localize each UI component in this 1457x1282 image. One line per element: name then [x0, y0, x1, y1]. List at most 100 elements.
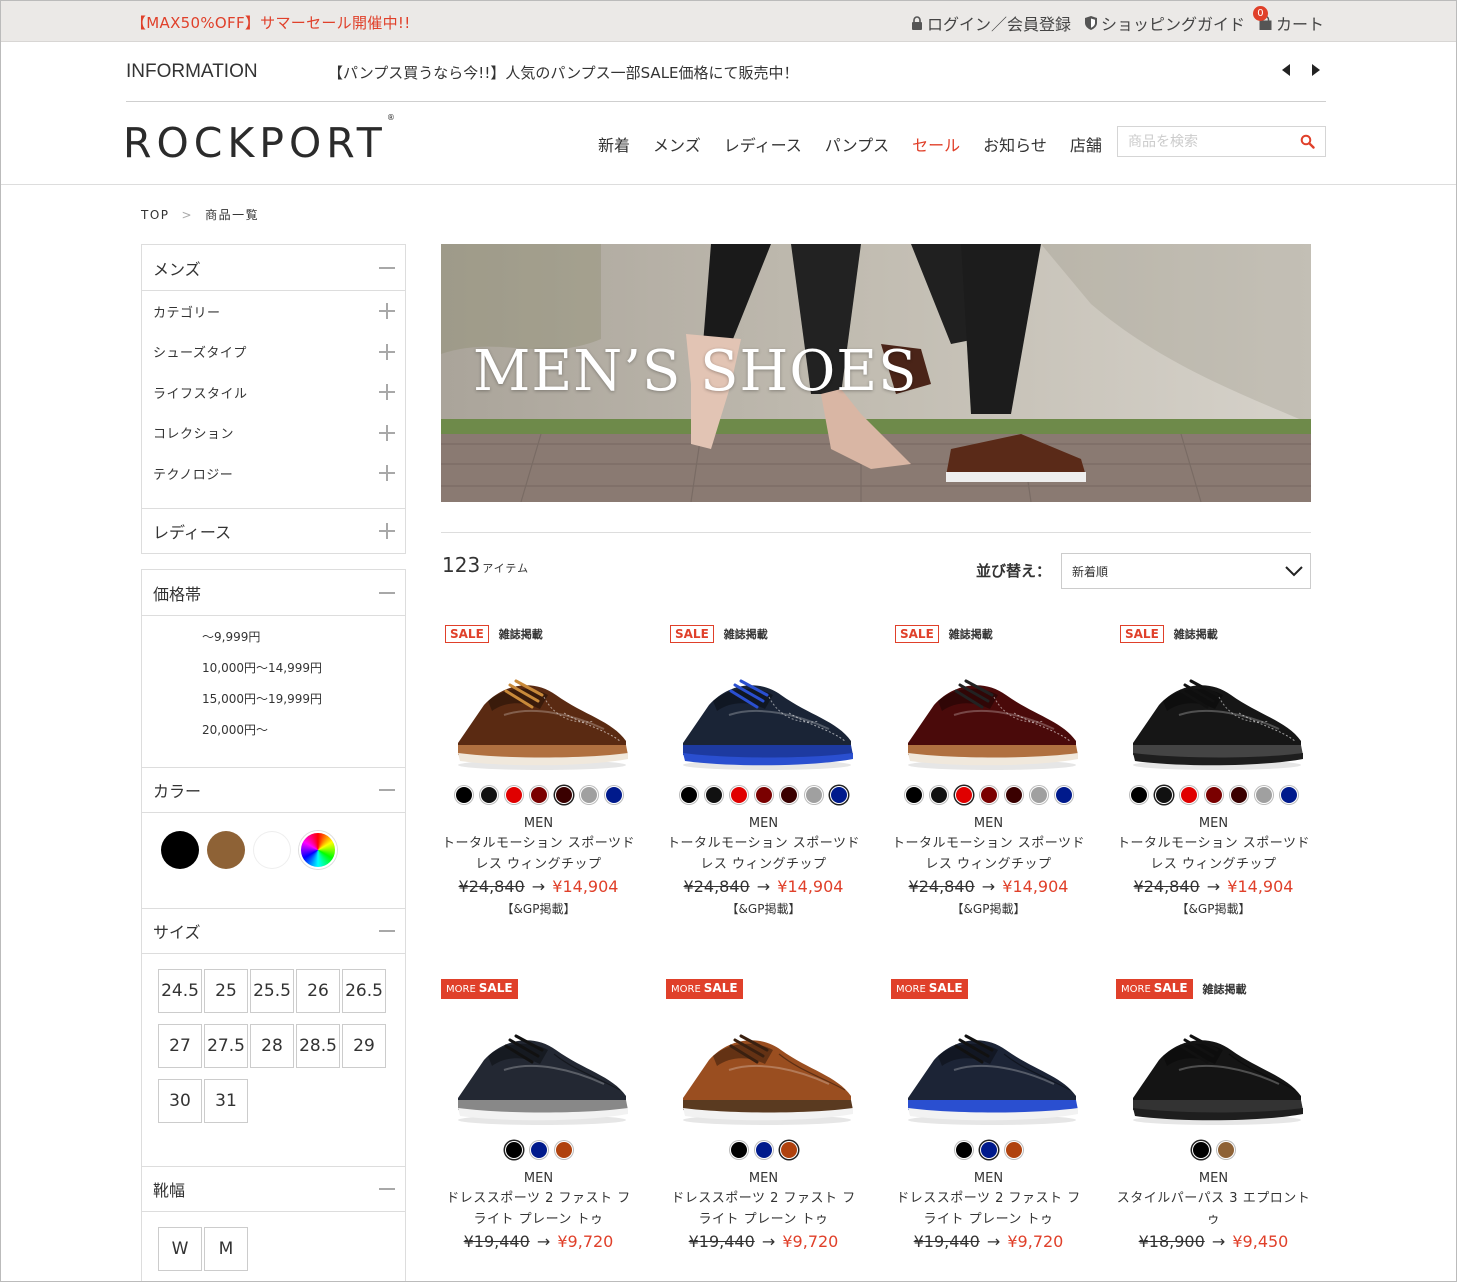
size-option-button[interactable]: 25 — [204, 969, 248, 1013]
color-variant-dot[interactable] — [829, 786, 848, 804]
subcategory-shoe-type[interactable]: シューズタイプ — [142, 332, 405, 373]
promo-banner-text[interactable]: 【MAX50%OFF】サマーセール開催中!! — [131, 12, 411, 33]
collapse-minus-icon[interactable] — [379, 789, 395, 791]
color-variant-dot[interactable] — [1004, 1141, 1023, 1159]
product-image[interactable] — [891, 650, 1086, 780]
color-variant-dot[interactable] — [779, 786, 798, 804]
color-variant-dot[interactable] — [1254, 786, 1273, 804]
size-option-button[interactable]: 26.5 — [342, 969, 386, 1013]
color-variant-dot[interactable] — [804, 786, 823, 804]
color-variant-dot[interactable] — [504, 1141, 523, 1159]
nav-mens[interactable]: メンズ — [653, 132, 701, 156]
color-variant-dot[interactable] — [1129, 786, 1148, 804]
price-option[interactable]: 20,000円～ — [142, 715, 405, 746]
color-variant-dot[interactable] — [1029, 786, 1048, 804]
expand-plus-icon[interactable] — [379, 465, 395, 482]
shopping-guide-link[interactable]: ショッピングガイド — [1084, 11, 1245, 35]
product-image[interactable] — [441, 650, 636, 780]
color-variant-dot[interactable] — [604, 786, 623, 804]
rockport-logo[interactable]: ROCKPORT® — [123, 113, 395, 167]
color-variant-dot[interactable] — [1229, 786, 1248, 804]
color-variant-dot[interactable] — [454, 786, 473, 804]
color-variant-dot[interactable] — [1179, 786, 1198, 804]
size-option-button[interactable]: 30 — [158, 1079, 202, 1123]
product-card[interactable]: SALE 雑誌掲載 MEN トータルモーション スポーツドレス ウィングチップ ¥24,… — [441, 624, 636, 917]
ticker-prev-icon[interactable] — [1279, 63, 1293, 77]
color-swatch[interactable] — [207, 831, 245, 869]
product-name[interactable]: ドレススポーツ 2 ファスト フライト プレーン トゥ — [666, 1188, 861, 1230]
collapse-minus-icon[interactable] — [379, 930, 395, 932]
width-option-button[interactable]: W — [158, 1227, 202, 1271]
size-option-button[interactable]: 25.5 — [250, 969, 294, 1013]
ticker-next-icon[interactable] — [1309, 63, 1323, 77]
color-variant-dot[interactable] — [729, 1141, 748, 1159]
product-card[interactable]: MORE SALE 雑誌掲載 MEN スタイルパーパス 3 エプロントゥ ¥18,900 … — [1116, 979, 1311, 1251]
color-variant-dot[interactable] — [529, 1141, 548, 1159]
collapse-minus-icon[interactable] — [379, 1188, 395, 1190]
product-name[interactable]: トータルモーション スポーツドレス ウィングチップ — [1116, 833, 1311, 875]
breadcrumb-top[interactable]: TOP — [141, 208, 170, 222]
product-image[interactable] — [666, 650, 861, 780]
color-variant-dot[interactable] — [754, 786, 773, 804]
product-card[interactable]: SALE 雑誌掲載 MEN トータルモーション スポーツドレス ウィングチップ ¥24,… — [666, 624, 861, 917]
product-name[interactable]: トータルモーション スポーツドレス ウィングチップ — [441, 833, 636, 875]
expand-plus-icon[interactable] — [379, 523, 395, 539]
color-variant-dot[interactable] — [929, 786, 948, 804]
color-variant-dot[interactable] — [554, 1141, 573, 1159]
color-variant-dot[interactable] — [504, 786, 523, 804]
color-variant-dot[interactable] — [579, 786, 598, 804]
color-variant-dot[interactable] — [704, 786, 723, 804]
color-variant-dot[interactable] — [1217, 1141, 1235, 1159]
size-option-button[interactable]: 28.5 — [296, 1024, 340, 1068]
product-name[interactable]: トータルモーション スポーツドレス ウィングチップ — [891, 833, 1086, 875]
product-card[interactable]: MORE SALE MEN ドレススポーツ 2 ファスト フライト プレーン トゥ ¥1… — [891, 979, 1086, 1251]
product-image[interactable] — [441, 1005, 636, 1135]
cart-link[interactable]: 0 カート — [1252, 6, 1324, 35]
filter-color-header[interactable]: カラー — [142, 767, 405, 812]
product-card[interactable]: SALE 雑誌掲載 MEN トータルモーション スポーツドレス ウィングチップ ¥24,… — [891, 624, 1086, 917]
product-card[interactable]: SALE 雑誌掲載 MEN トータルモーション スポーツドレス ウィングチップ ¥24,… — [1116, 624, 1311, 917]
size-option-button[interactable]: 24.5 — [158, 969, 202, 1013]
subcategory-collection[interactable]: コレクション — [142, 413, 405, 454]
mens-shoes-banner[interactable]: MEN’S SHOES — [441, 244, 1311, 502]
color-variant-dot[interactable] — [554, 786, 573, 804]
price-option[interactable]: ～9,999円 — [142, 622, 405, 653]
expand-plus-icon[interactable] — [379, 384, 395, 401]
size-option-button[interactable]: 26 — [296, 969, 340, 1013]
search-input[interactable] — [1118, 127, 1293, 156]
color-swatch[interactable] — [253, 831, 291, 869]
product-card[interactable]: MORE SALE MEN ドレススポーツ 2 ファスト フライト プレーン トゥ ¥1… — [441, 979, 636, 1251]
color-swatch[interactable] — [161, 831, 199, 869]
color-variant-dot[interactable] — [779, 1141, 798, 1159]
size-option-button[interactable]: 28 — [250, 1024, 294, 1068]
color-variant-dot[interactable] — [1004, 786, 1023, 804]
color-variant-dot[interactable] — [729, 786, 748, 804]
subcategory-technology[interactable]: テクノロジー — [142, 453, 405, 494]
price-option[interactable]: 15,000円～19,999円 — [142, 684, 405, 715]
color-variant-dot[interactable] — [1154, 786, 1173, 804]
size-option-button[interactable]: 27 — [158, 1024, 202, 1068]
color-swatch[interactable] — [299, 831, 337, 869]
search-icon[interactable] — [1300, 134, 1315, 149]
collapse-minus-icon[interactable] — [379, 591, 395, 594]
filter-size-header[interactable]: サイズ — [142, 908, 405, 953]
width-option-button[interactable]: M — [204, 1227, 248, 1271]
color-variant-dot[interactable] — [979, 1141, 998, 1159]
product-name[interactable]: ドレススポーツ 2 ファスト フライト プレーン トゥ — [441, 1188, 636, 1230]
product-image[interactable] — [666, 1005, 861, 1135]
color-variant-dot[interactable] — [754, 1141, 773, 1159]
color-variant-dot[interactable] — [1054, 786, 1073, 804]
product-name[interactable]: スタイルパーパス 3 エプロントゥ — [1116, 1188, 1311, 1230]
size-option-button[interactable]: 27.5 — [204, 1024, 248, 1068]
product-name[interactable]: ドレススポーツ 2 ファスト フライト プレーン トゥ — [891, 1188, 1086, 1230]
nav-pumps[interactable]: パンプス — [825, 132, 889, 156]
color-variant-dot[interactable] — [904, 786, 923, 804]
color-variant-dot[interactable] — [954, 1141, 973, 1159]
filter-mens-header[interactable]: メンズ — [142, 245, 405, 290]
filter-price-header[interactable]: 価格帯 — [142, 570, 405, 615]
color-variant-dot[interactable] — [1192, 1141, 1210, 1159]
sort-select[interactable]: 新着順 — [1061, 553, 1311, 589]
size-option-button[interactable]: 31 — [204, 1079, 248, 1123]
subcategory-category[interactable]: カテゴリー — [142, 291, 405, 332]
color-variant-dot[interactable] — [1279, 786, 1298, 804]
